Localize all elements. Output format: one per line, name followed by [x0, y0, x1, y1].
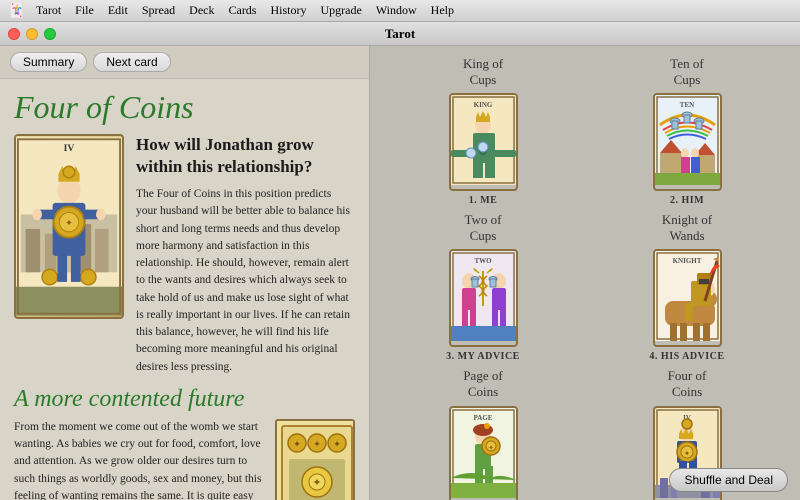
spread-card-name-6: Four ofCoins [668, 368, 707, 399]
traffic-lights [8, 28, 56, 40]
card-description: The Four of Coins in this position predi… [136, 186, 355, 376]
left-panel: Summary Next card Four of Coins IV [0, 46, 370, 500]
spread-grid: King ofCups KING 1. METen ofCups TEN [384, 56, 786, 490]
app-icon: 🃏 [8, 3, 24, 19]
menu-bar: 🃏 Tarot File Edit Spread Deck Cards Hist… [0, 0, 800, 22]
spread-card-name-4: Knight ofWands [662, 212, 712, 243]
spread-card-name-3: Two ofCups [464, 212, 501, 243]
card-row: IV [14, 134, 355, 376]
svg-text:✦: ✦ [65, 218, 73, 229]
spread-cell-3: Two ofCups TWO [384, 212, 582, 362]
menu-tarot[interactable]: Tarot [30, 1, 67, 20]
window-title: Tarot [385, 26, 415, 42]
svg-text:✦: ✦ [333, 439, 341, 449]
menu-help[interactable]: Help [425, 1, 460, 20]
next-card-button[interactable]: Next card [93, 52, 170, 72]
menu-upgrade[interactable]: Upgrade [314, 1, 367, 20]
section-heading: A more contented future [14, 386, 355, 413]
spread-card-1[interactable]: KING [449, 93, 518, 191]
title-bar: Tarot [0, 22, 800, 46]
spread-card-name-2: Ten ofCups [670, 56, 703, 87]
bottom-row: From the moment we come out of the womb … [14, 419, 355, 500]
spread-card-name-5: Page ofCoins [463, 368, 502, 399]
toolbar: Summary Next card [0, 46, 369, 79]
main-card-image: IV [14, 134, 124, 319]
menu-deck[interactable]: Deck [183, 1, 220, 20]
svg-text:✦: ✦ [293, 439, 301, 449]
menu-file[interactable]: File [69, 1, 100, 20]
maximize-button[interactable] [44, 28, 56, 40]
spread-cell-5: Page ofCoins PAGE ✦ 5. MY GROWTH [384, 368, 582, 500]
menu-edit[interactable]: Edit [102, 1, 134, 20]
card-text-content: How will Jonathan grow within this relat… [136, 134, 355, 376]
svg-text:✦: ✦ [488, 444, 494, 452]
bottom-description: From the moment we come out of the womb … [14, 419, 263, 500]
svg-text:KNIGHT: KNIGHT [672, 257, 701, 265]
small-card-svg: ✦ ✦ ✦ ✦ ✦ [277, 421, 355, 500]
minimize-button[interactable] [26, 28, 38, 40]
close-button[interactable] [8, 28, 20, 40]
four-of-coins-svg: IV [16, 136, 122, 317]
svg-text:PAGE: PAGE [473, 414, 492, 422]
small-card-image: ✦ ✦ ✦ ✦ ✦ [275, 419, 355, 500]
menu-window[interactable]: Window [370, 1, 423, 20]
spread-cell-4: Knight ofWands KNIGHT 4. HIS [588, 212, 786, 362]
question-heading: How will Jonathan grow within this relat… [136, 134, 355, 178]
card-title: Four of Coins [14, 89, 355, 126]
menu-cards[interactable]: Cards [222, 1, 262, 20]
spread-label-1: 1. ME [469, 195, 498, 206]
summary-button[interactable]: Summary [10, 52, 87, 72]
main-content: Summary Next card Four of Coins IV [0, 46, 800, 500]
right-panel: King ofCups KING 1. METen ofCups TEN [370, 46, 800, 500]
spread-label-4: 4. HIS ADVICE [649, 351, 724, 362]
shuffle-deal-button[interactable]: Shuffle and Deal [669, 468, 788, 492]
svg-text:IV: IV [64, 143, 75, 154]
spread-card-name-1: King ofCups [463, 56, 503, 87]
left-content: Four of Coins IV [0, 79, 369, 500]
spread-label-3: 3. MY ADVICE [446, 351, 520, 362]
spread-cell-1: King ofCups KING 1. ME [384, 56, 582, 206]
svg-text:✦: ✦ [312, 477, 321, 489]
spread-card-3[interactable]: TWO [449, 249, 518, 347]
spread-cell-2: Ten ofCups TEN [588, 56, 786, 206]
spread-card-2[interactable]: TEN [653, 93, 722, 191]
menu-spread[interactable]: Spread [136, 1, 181, 20]
svg-text:✦: ✦ [683, 449, 690, 458]
svg-text:TEN: TEN [679, 101, 693, 109]
svg-text:✦: ✦ [313, 439, 321, 449]
spread-label-2: 2. HIM [670, 195, 704, 206]
spread-card-5[interactable]: PAGE ✦ [449, 406, 518, 500]
spread-card-4[interactable]: KNIGHT [653, 249, 722, 347]
menu-history[interactable]: History [264, 1, 312, 20]
svg-text:KING: KING [473, 101, 492, 109]
svg-text:TWO: TWO [474, 257, 492, 265]
